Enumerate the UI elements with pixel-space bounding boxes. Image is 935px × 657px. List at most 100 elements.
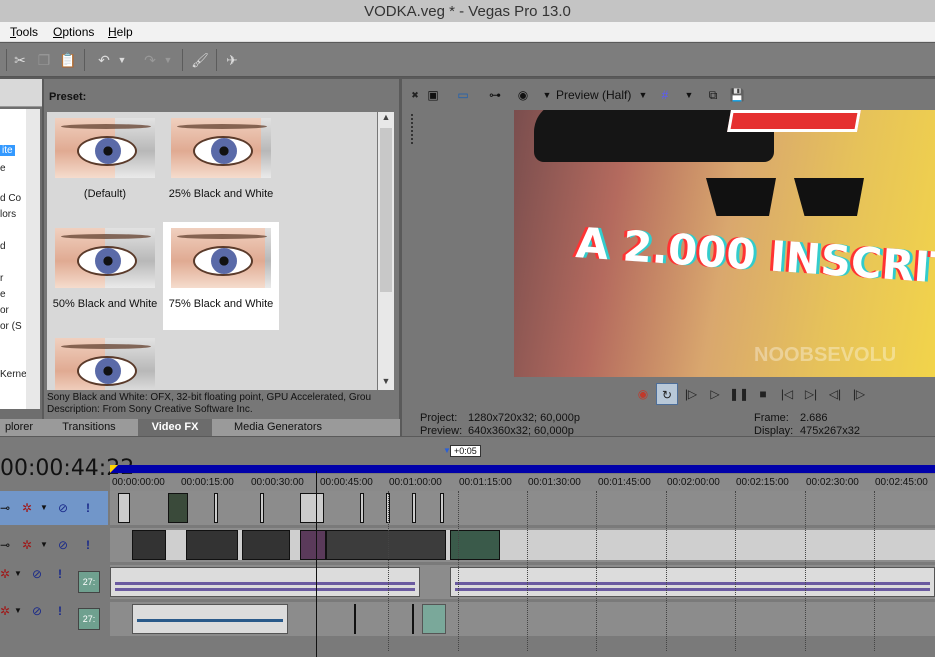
pause-icon[interactable]: ❚❚: [728, 383, 750, 405]
audio-track-header-1[interactable]: ✲ ▼ ⊘ ! 27:: [0, 565, 108, 599]
copy-snapshot-icon[interactable]: ⧉: [704, 86, 722, 104]
play-icon[interactable]: ▷: [704, 383, 726, 405]
explorer-item[interactable]: d: [0, 241, 6, 252]
redo-icon[interactable]: ↷: [140, 50, 160, 70]
video-track-header-1[interactable]: ⊸ ✲ ▼ ⊘ !: [0, 491, 108, 525]
explorer-item[interactable]: or: [0, 305, 9, 316]
preview-mode-icon[interactable]: ◉: [514, 86, 532, 104]
cut-icon[interactable]: ✂: [10, 50, 30, 70]
chevron-down-icon[interactable]: ▼: [538, 86, 556, 104]
external-monitor-icon[interactable]: ▭: [454, 86, 472, 104]
loop-icon[interactable]: ↻: [656, 383, 678, 405]
video-clip[interactable]: [300, 530, 326, 560]
preview-properties-icon[interactable]: ▣: [424, 86, 442, 104]
copy-icon[interactable]: ❐: [34, 50, 54, 70]
composite-icon[interactable]: ⊸: [0, 538, 10, 552]
bypass-icon[interactable]: ⊘: [58, 501, 68, 515]
grid-icon[interactable]: #: [656, 86, 674, 104]
chevron-down-icon[interactable]: ▼: [40, 538, 48, 552]
composite-icon[interactable]: ⊸: [0, 501, 10, 515]
gear-icon[interactable]: ✲: [22, 501, 32, 515]
audio-track-header-2[interactable]: ✲ ▼ ⊘ ! 27:: [0, 602, 108, 636]
video-track-lane-1[interactable]: [110, 491, 935, 525]
solo-icon[interactable]: !: [58, 567, 62, 581]
explorer-item[interactable]: lors: [0, 209, 16, 220]
time-ruler[interactable]: 00:00:00:00 00:00:15:00 00:00:30:00 00:0…: [110, 474, 935, 491]
grip-handle[interactable]: [411, 114, 414, 144]
go-to-end-icon[interactable]: ▷|: [800, 383, 822, 405]
brush-icon[interactable]: 🖌: [190, 50, 210, 70]
preset-item-50[interactable]: 50% Black and White: [47, 222, 163, 330]
chevron-down-icon[interactable]: ▼: [14, 567, 22, 581]
menu-options[interactable]: Options: [53, 25, 94, 39]
video-clip[interactable]: [168, 493, 188, 523]
video-clip[interactable]: [300, 493, 324, 523]
audio-clip[interactable]: [450, 567, 935, 597]
audio-track-lane-2[interactable]: [110, 602, 935, 636]
menu-tools[interactable]: Tools: [10, 25, 38, 39]
tab-explorer[interactable]: plorer: [0, 419, 38, 436]
video-clip[interactable]: [186, 530, 238, 560]
explorer-item[interactable]: d Co: [0, 193, 21, 204]
explorer-item[interactable]: e: [0, 163, 6, 174]
explorer-item[interactable]: e: [0, 289, 6, 300]
solo-icon[interactable]: !: [58, 604, 62, 618]
next-frame-icon[interactable]: |▷: [848, 383, 870, 405]
gear-icon[interactable]: ✲: [22, 538, 32, 552]
play-from-start-icon[interactable]: |▷: [680, 383, 702, 405]
prev-frame-icon[interactable]: ◁|: [824, 383, 846, 405]
explorer-list[interactable]: ite e d Co lors d r e or or (S Kerne: [0, 109, 26, 409]
preset-scrollbar[interactable]: ▲ ▼: [378, 112, 394, 390]
preset-item-100[interactable]: [47, 332, 163, 390]
preset-item-default[interactable]: (Default): [47, 112, 163, 220]
audio-level-meter[interactable]: 27:: [78, 608, 100, 630]
menu-help[interactable]: Help: [108, 25, 133, 39]
explorer-scrollbar[interactable]: [26, 109, 40, 409]
close-icon[interactable]: ✖: [406, 86, 424, 104]
audio-clip[interactable]: [412, 604, 414, 634]
explorer-item[interactable]: r: [0, 273, 3, 284]
go-to-start-icon[interactable]: |◁: [776, 383, 798, 405]
video-clip[interactable]: [132, 530, 166, 560]
chevron-down-icon[interactable]: ▼: [14, 604, 22, 618]
gear-icon[interactable]: ✲: [0, 567, 10, 581]
bypass-icon[interactable]: ⊘: [58, 538, 68, 552]
audio-clip[interactable]: [354, 604, 356, 634]
solo-icon[interactable]: !: [86, 501, 90, 515]
preset-item-75[interactable]: 75% Black and White: [163, 222, 279, 330]
snap-icon[interactable]: ✈: [222, 50, 242, 70]
video-clip[interactable]: [214, 493, 218, 523]
record-icon[interactable]: ◉: [632, 383, 654, 405]
undo-icon[interactable]: ↶: [94, 50, 114, 70]
paste-icon[interactable]: 📋: [58, 50, 78, 70]
chevron-down-icon[interactable]: ▼: [40, 501, 48, 515]
scroll-up-icon[interactable]: ▲: [378, 112, 394, 126]
preset-item-25[interactable]: 25% Black and White: [163, 112, 279, 220]
undo-dropdown-icon[interactable]: ▼: [116, 50, 128, 70]
explorer-item[interactable]: Kerne: [0, 369, 26, 380]
explorer-item[interactable]: ite: [0, 145, 15, 156]
video-track-header-2[interactable]: ⊸ ✲ ▼ ⊘ !: [0, 528, 108, 562]
redo-dropdown-icon[interactable]: ▼: [162, 50, 174, 70]
video-clip[interactable]: [118, 493, 130, 523]
split-screen-icon[interactable]: ⊶: [486, 86, 504, 104]
scroll-down-icon[interactable]: ▼: [378, 376, 394, 390]
chevron-down-icon[interactable]: ▼: [680, 86, 698, 104]
video-clip[interactable]: [242, 530, 290, 560]
explorer-item[interactable]: or (S: [0, 321, 22, 332]
scroll-thumb[interactable]: [380, 128, 392, 292]
video-clip[interactable]: [412, 493, 416, 523]
loop-region-bar[interactable]: [110, 465, 935, 473]
preview-quality-select[interactable]: Preview (Half): [556, 88, 631, 102]
mute-icon[interactable]: ⊘: [32, 567, 42, 581]
chevron-down-icon[interactable]: ▼: [634, 86, 652, 104]
solo-icon[interactable]: !: [86, 538, 90, 552]
save-snapshot-icon[interactable]: 💾: [728, 86, 746, 104]
video-clip[interactable]: [260, 493, 264, 523]
audio-clip[interactable]: [132, 604, 288, 634]
audio-clip[interactable]: [422, 604, 446, 634]
audio-track-lane-1[interactable]: [110, 565, 935, 599]
video-clip[interactable]: [360, 493, 364, 523]
tab-video-fx[interactable]: Video FX: [138, 419, 212, 436]
stop-icon[interactable]: ■: [752, 383, 774, 405]
